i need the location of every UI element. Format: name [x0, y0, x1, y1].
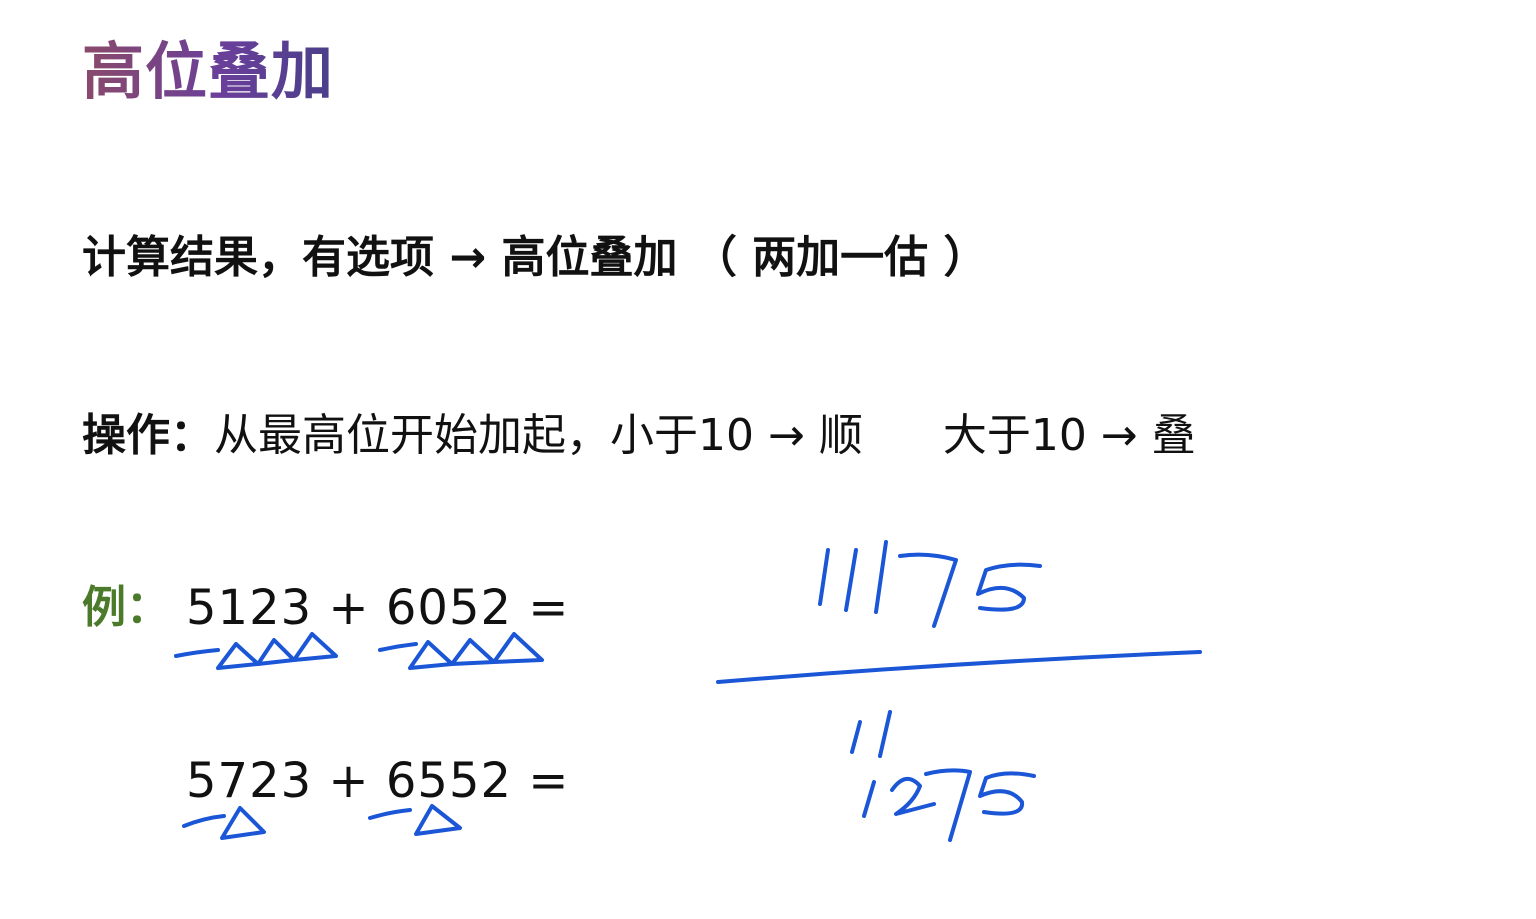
digit-1 — [878, 710, 892, 758]
triangle-mark — [450, 638, 496, 666]
result-line — [716, 650, 1202, 684]
digit-2 — [890, 777, 936, 816]
digit-1 — [844, 548, 858, 612]
digit-1 — [874, 540, 888, 614]
dash-mark — [368, 808, 412, 820]
dash-mark — [174, 648, 220, 658]
dash-mark — [182, 814, 226, 828]
triangle-mark — [256, 638, 296, 666]
handwriting-strokes — [174, 540, 1202, 842]
handwritten-result-1275 — [862, 768, 1036, 842]
slide: 高位叠加 计算结果，有选项 → 高位叠加 （ 两加一估 ） 操作：从最高位开始加… — [0, 0, 1536, 919]
handwritten-result-11175 — [818, 540, 1042, 628]
digit-1 — [862, 780, 876, 818]
digit-7 — [898, 552, 958, 628]
triangle-mark — [414, 804, 462, 836]
digit-5 — [978, 771, 1036, 816]
handwriting-layer — [174, 540, 1202, 842]
digit-1 — [818, 548, 830, 606]
digit-5 — [976, 562, 1042, 612]
triangle-mark — [216, 642, 260, 670]
triangle-mark — [492, 632, 544, 664]
dash-mark — [378, 642, 418, 652]
handwritten-carry-11 — [850, 710, 892, 758]
triangle-mark — [220, 806, 266, 840]
digit-1 — [850, 720, 862, 754]
triangle-mark — [292, 632, 338, 662]
